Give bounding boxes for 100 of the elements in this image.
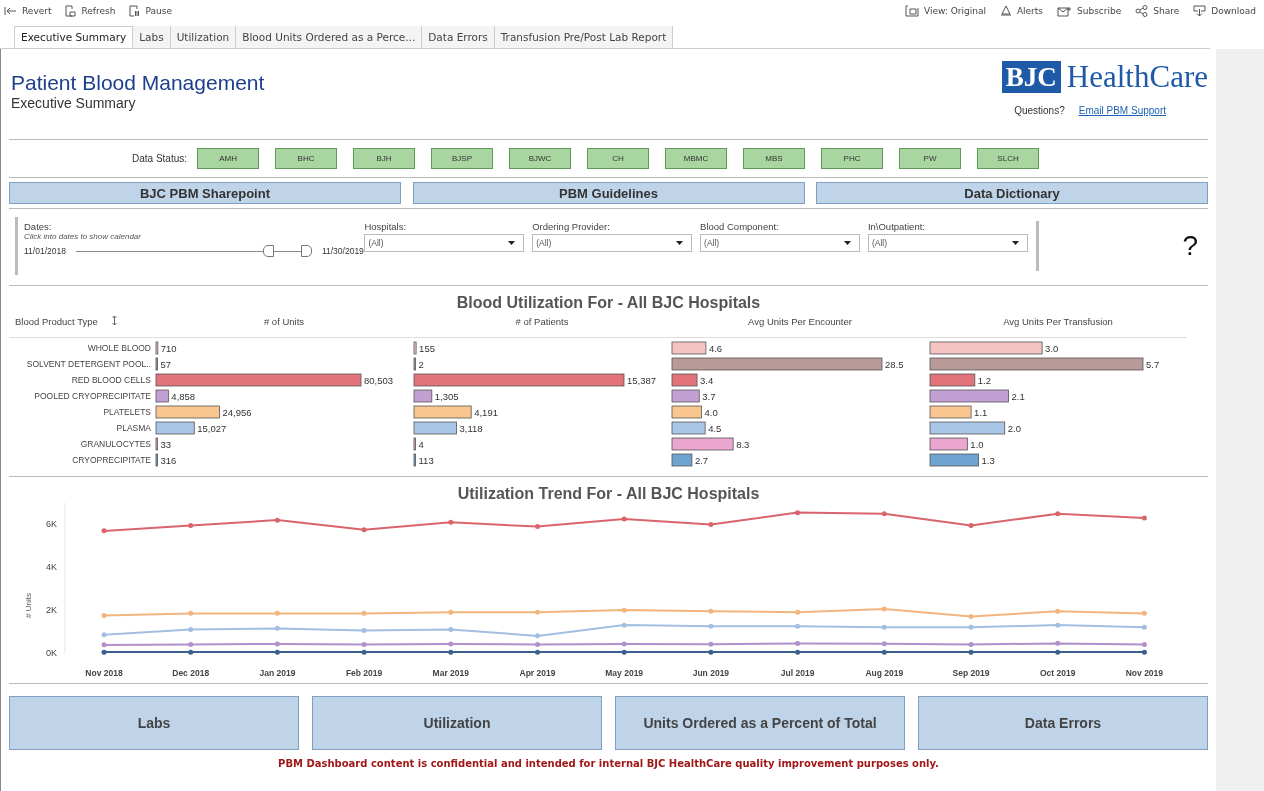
status-chip: BJH: [353, 148, 416, 169]
tab[interactable]: Labs: [133, 26, 171, 48]
toolbar-button[interactable]: Download: [1191, 5, 1258, 17]
share-icon: [1135, 5, 1149, 17]
row-label: GRANULOCYTES: [79, 438, 152, 451]
bar: [155, 453, 158, 467]
tick-label: Dec 2018: [172, 668, 210, 678]
support-link[interactable]: Email PBM Support: [1078, 105, 1166, 116]
toolbar-button[interactable]: Refresh: [63, 5, 118, 17]
status-chip: PHC: [821, 148, 884, 169]
caret-icon: [1011, 241, 1019, 245]
pause-icon: [129, 5, 141, 17]
filter-label: Blood Component:: [700, 221, 780, 232]
end-date[interactable]: 11/30/2019: [321, 246, 364, 256]
tick-label: May 2019: [605, 668, 644, 678]
bar: [413, 389, 433, 403]
status-chip: SLCH: [977, 148, 1040, 169]
tick-label: Nov 2018: [85, 668, 123, 678]
toolbar-button[interactable]: Subscribe: [1055, 5, 1124, 17]
filter-dropdown[interactable]: (All): [364, 234, 525, 252]
dashboard-title: Patient Blood Management: [11, 71, 265, 95]
bar: [671, 453, 693, 467]
sort-icon[interactable]: [111, 316, 117, 326]
bar: [413, 453, 416, 467]
data-label: 2.7: [694, 455, 709, 466]
data-label: 2.1: [1011, 391, 1025, 402]
data-label: 2: [418, 359, 424, 370]
toolbar-button[interactable]: View: Original: [902, 5, 988, 17]
tick-label: 2K: [46, 605, 57, 616]
help-mark[interactable]: ?: [1182, 230, 1208, 262]
bar: [155, 405, 220, 419]
data-label: 155: [419, 343, 435, 354]
row-label: CRYOPRECIPITATE: [71, 454, 152, 467]
toolbar-button[interactable]: Revert: [2, 5, 54, 17]
bar: [155, 357, 158, 371]
tab[interactable]: Executive Summary: [14, 26, 134, 48]
bar: [155, 389, 169, 403]
status-chip: AMH: [197, 148, 260, 169]
data-label: 4,858: [171, 391, 196, 402]
status-chip: BHC: [275, 148, 338, 169]
slider-thumb[interactable]: [262, 245, 274, 257]
row-label: WHOLE BLOOD: [86, 342, 152, 355]
data-label: 4.5: [708, 423, 722, 434]
tick-label: Jan 2019: [259, 668, 296, 678]
filter-hint: Click into dates to show calendar: [24, 232, 142, 241]
status-chip: CH: [587, 148, 650, 169]
bar: [413, 405, 472, 419]
row-label: POOLED CRYOPRECIPITATE: [33, 390, 152, 403]
link-button[interactable]: Data Dictionary: [816, 182, 1208, 204]
data-label: 1,305: [434, 391, 459, 402]
tab[interactable]: Data Errors: [422, 26, 495, 48]
filter-label: In\Outpatient:: [867, 221, 926, 232]
row-label: RED BLOOD CELLS: [70, 374, 152, 387]
nav-button[interactable]: Data Errors: [918, 696, 1208, 750]
filter-dropdown[interactable]: (All): [532, 234, 693, 252]
status-chip: MBS: [743, 148, 806, 169]
chart-title: Utilization Trend For - All BJC Hospitals: [456, 484, 761, 503]
nav-button[interactable]: Utilization: [312, 696, 602, 750]
tick-label: Nov 2019: [1125, 668, 1164, 678]
document-icon: [65, 5, 77, 17]
filter-label: Dates:: [24, 221, 53, 232]
bar: [413, 341, 417, 355]
data-label: 4: [418, 439, 424, 450]
data-label: 4.6: [708, 343, 723, 354]
slider-thumb[interactable]: [300, 245, 312, 257]
link-button[interactable]: BJC PBM Sharepoint: [9, 182, 401, 204]
bar: [671, 421, 706, 435]
filter-dropdown[interactable]: (All): [867, 234, 1028, 252]
questions-label: Questions?: [1014, 105, 1065, 116]
bar: [413, 437, 416, 451]
link-button[interactable]: PBM Guidelines: [412, 182, 805, 204]
toolbar-button[interactable]: Pause: [127, 5, 174, 17]
status-chip: BJWC: [509, 148, 572, 169]
data-label: 28.5: [885, 359, 904, 370]
tick-label: 4K: [46, 562, 57, 573]
tab[interactable]: Transfusion Pre/Post Lab Report: [494, 26, 674, 48]
tab[interactable]: Utilization: [170, 26, 237, 48]
status-chip: BJSP: [431, 148, 494, 169]
data-label: 24,956: [222, 407, 252, 418]
logo-mark: BJC: [1001, 61, 1061, 93]
tick-label: Mar 2019: [432, 668, 469, 678]
data-label: 15,027: [197, 423, 227, 434]
start-date[interactable]: 11/01/2018: [24, 246, 66, 256]
data-label: 1.2: [977, 375, 992, 386]
data-label: 316: [160, 455, 177, 466]
toolbar-button[interactable]: Share: [1133, 5, 1182, 17]
data-label: 710: [160, 343, 177, 354]
data-label: 4,191: [474, 407, 498, 418]
tab[interactable]: Blood Units Ordered as a Perce...: [236, 26, 423, 48]
axis-title: # Units: [24, 593, 33, 618]
row-label: PLATELETS: [102, 406, 152, 419]
nav-button[interactable]: Units Ordered as a Percent of Total: [615, 696, 905, 750]
toolbar-button[interactable]: Alerts: [997, 5, 1046, 17]
filter-dropdown[interactable]: (All): [700, 234, 860, 252]
nav-button[interactable]: Labs: [9, 696, 299, 750]
tick-label: Apr 2019: [519, 668, 556, 678]
arrow-icon: [4, 6, 17, 16]
data-label: 57: [160, 359, 172, 370]
data-label: 3.4: [700, 375, 714, 386]
data-label: 3,118: [459, 423, 483, 434]
